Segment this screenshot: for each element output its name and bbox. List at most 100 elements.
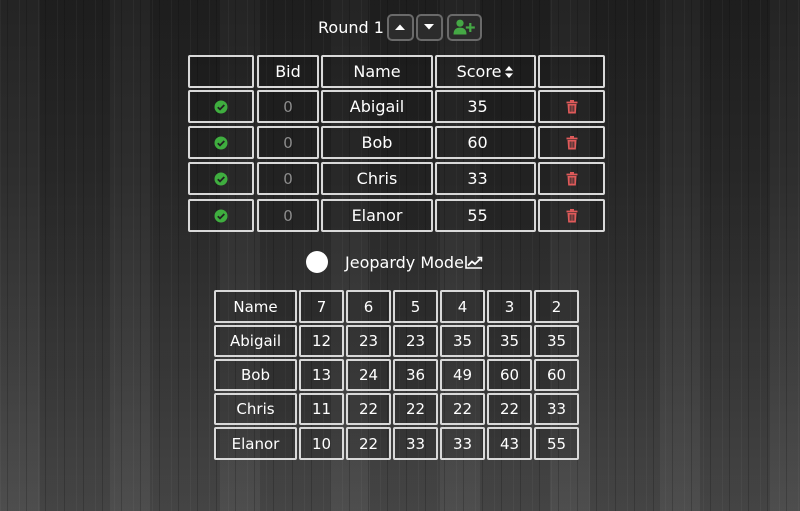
bid-value: 0: [283, 133, 293, 152]
history-score: 35: [499, 332, 520, 350]
history-score-cell: 35: [440, 325, 485, 357]
history-header-round: 2: [534, 290, 579, 323]
history-score: 36: [405, 366, 426, 384]
user-plus-icon: [453, 19, 476, 35]
history-name-label: Abigail: [230, 332, 281, 350]
player-name-cell[interactable]: Bob: [321, 126, 433, 159]
player-name: Abigail: [349, 97, 405, 116]
history-name-label: Chris: [236, 400, 275, 418]
history-score: 22: [358, 400, 379, 418]
history-header-round: 7: [299, 290, 344, 323]
history-score-cell: 36: [393, 359, 438, 391]
bid-input[interactable]: 0: [257, 126, 319, 159]
history-score-cell: 24: [346, 359, 391, 391]
header-check-cell: [188, 55, 254, 88]
delete-player-button[interactable]: [538, 162, 605, 195]
bid-value: 0: [283, 97, 293, 116]
score-input[interactable]: 60: [435, 126, 536, 159]
history-header-label: 4: [457, 297, 468, 316]
bid-value: 0: [283, 169, 293, 188]
jeopardy-mode-toggle[interactable]: [306, 251, 328, 273]
history-score-cell: 33: [440, 427, 485, 460]
history-score-cell: 33: [534, 393, 579, 425]
header-delete-cell: [538, 55, 605, 88]
player-name: Chris: [356, 169, 398, 188]
history-header-round: 6: [346, 290, 391, 323]
history-score-cell: 60: [534, 359, 579, 391]
history-player-name: Abigail: [214, 325, 297, 357]
round-label: Round 1: [318, 17, 384, 37]
history-score-cell: 13: [299, 359, 344, 391]
history-header-label: 5: [410, 297, 421, 316]
delete-player-button[interactable]: [538, 126, 605, 159]
history-score: 35: [452, 332, 473, 350]
row-check-button[interactable]: [188, 162, 254, 195]
bid-input[interactable]: 0: [257, 199, 319, 232]
history-score: 10: [311, 434, 332, 453]
history-score: 35: [546, 332, 567, 350]
bid-input[interactable]: 0: [257, 90, 319, 123]
history-score: 33: [546, 400, 567, 418]
caret-up-icon: [395, 24, 406, 30]
check-circle-icon: [214, 136, 228, 149]
history-score: 23: [358, 332, 379, 350]
history-score: 33: [452, 434, 473, 453]
bid-value: 0: [283, 206, 293, 225]
jeopardy-mode-row: Jeopardy Mode: [306, 249, 483, 275]
row-check-button[interactable]: [188, 90, 254, 123]
history-score: 22: [452, 400, 473, 418]
player-name-cell[interactable]: Chris: [321, 162, 433, 195]
history-score: 22: [499, 400, 520, 418]
history-score-cell: 23: [346, 325, 391, 357]
check-circle-icon: [214, 209, 228, 222]
score-value: 33: [467, 169, 488, 188]
history-score: 24: [358, 366, 379, 384]
row-check-button[interactable]: [188, 126, 254, 159]
history-header-round: 5: [393, 290, 438, 323]
check-circle-icon: [214, 100, 228, 113]
score-value: 35: [467, 97, 488, 116]
history-score-cell: 12: [299, 325, 344, 357]
score-input[interactable]: 33: [435, 162, 536, 195]
history-header-round: 4: [440, 290, 485, 323]
bid-input[interactable]: 0: [257, 162, 319, 195]
score-input[interactable]: 35: [435, 90, 536, 123]
history-header-label: 7: [316, 297, 327, 316]
delete-player-button[interactable]: [538, 199, 605, 232]
jeopardy-mode-label: Jeopardy Mode: [345, 252, 464, 272]
history-score: 22: [358, 434, 379, 453]
history-player-name: Chris: [214, 393, 297, 425]
history-score-cell: 10: [299, 427, 344, 460]
history-score: 49: [452, 366, 473, 384]
history-player-name: Elanor: [214, 427, 297, 460]
trash-icon: [566, 171, 577, 185]
history-score-cell: 49: [440, 359, 485, 391]
round-up-button[interactable]: [386, 13, 414, 41]
history-score-cell: 35: [534, 325, 579, 357]
history-score-cell: 11: [299, 393, 344, 425]
player-name: Elanor: [351, 206, 403, 225]
history-score: 22: [405, 400, 426, 418]
header-name-label: Name: [353, 62, 401, 81]
history-score: 23: [405, 332, 426, 350]
row-check-button[interactable]: [188, 199, 254, 232]
add-player-button[interactable]: [446, 13, 482, 41]
history-name-label: Elanor: [231, 434, 280, 453]
history-score-cell: 22: [440, 393, 485, 425]
delete-player-button[interactable]: [538, 90, 605, 123]
score-input[interactable]: 55: [435, 199, 536, 232]
line-chart-icon[interactable]: [465, 255, 483, 269]
player-name-cell[interactable]: Abigail: [321, 90, 433, 123]
history-score-cell: 33: [393, 427, 438, 460]
header-bid: Bid: [257, 55, 319, 88]
header-bid-label: Bid: [275, 62, 301, 81]
header-score-sort-button[interactable]: Score: [435, 55, 536, 88]
player-name-cell[interactable]: Elanor: [321, 199, 433, 232]
history-score-cell: 43: [487, 427, 532, 460]
history-header-round: 3: [487, 290, 532, 323]
round-down-button[interactable]: [415, 13, 443, 41]
score-value: 55: [467, 206, 488, 225]
history-score: 55: [546, 434, 567, 453]
history-score: 60: [499, 366, 520, 384]
history-score-cell: 60: [487, 359, 532, 391]
